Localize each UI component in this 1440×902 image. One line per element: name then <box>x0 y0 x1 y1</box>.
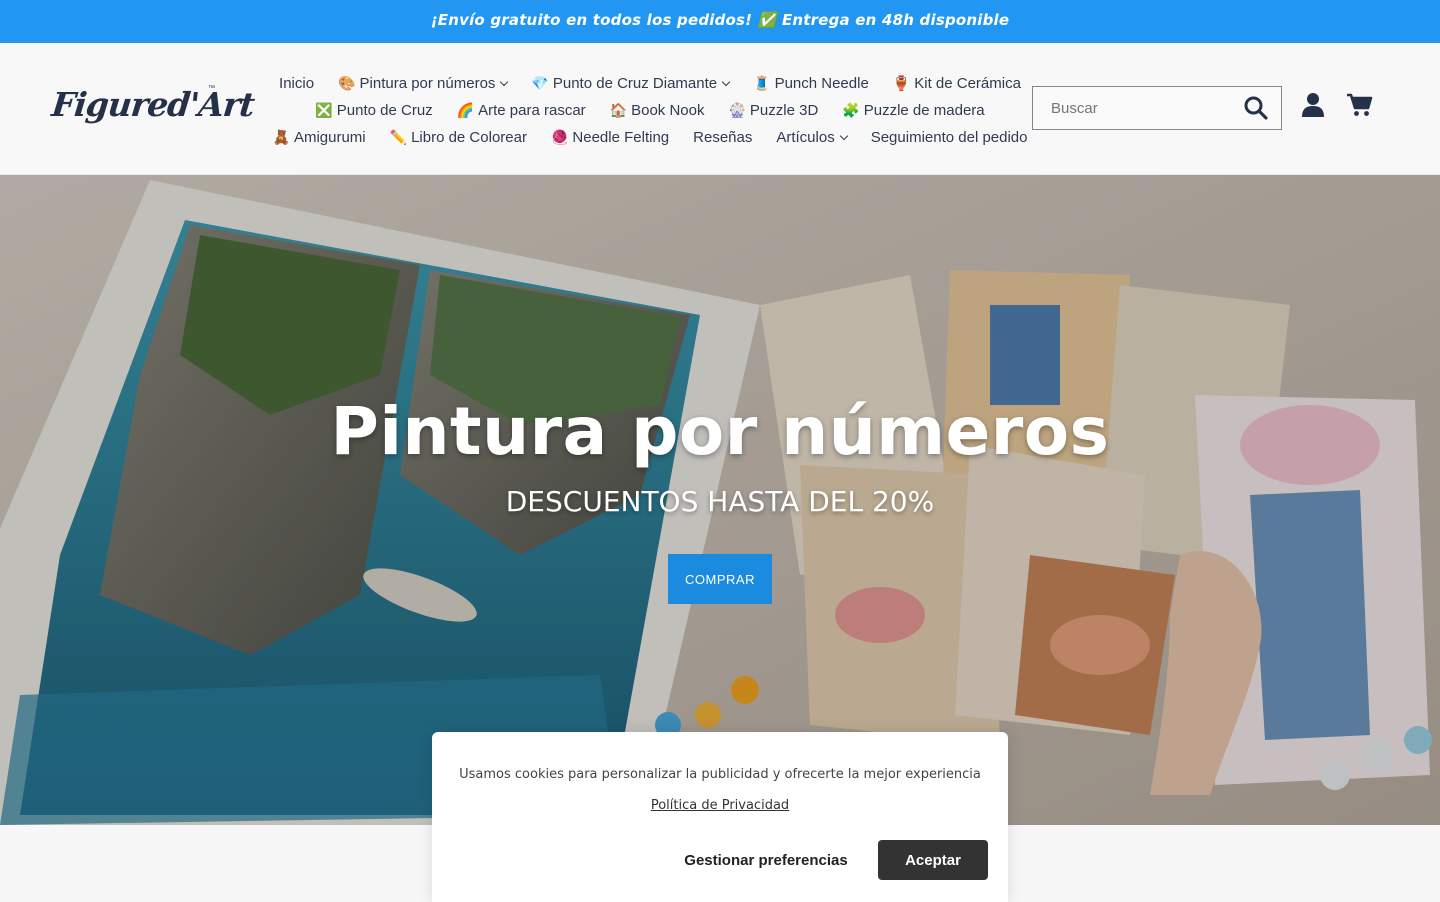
nav-item-punto-de-cruz-diamante[interactable]: 💎 Punto de Cruz Diamante <box>531 75 731 92</box>
cart-icon[interactable] <box>1347 93 1373 122</box>
nav-item-emoji: 🧵 <box>753 75 771 91</box>
nav-item-label: Artículos <box>776 129 835 146</box>
cookie-banner: Usamos cookies para personalizar la publ… <box>432 732 1008 902</box>
nav-item-emoji: 🧸 <box>272 129 290 145</box>
nav-item-label: Punto de Cruz <box>336 102 433 119</box>
announcement-bar: ¡Envío gratuito en todos los pedidos! ✅ … <box>0 0 1440 43</box>
nav-item-inicio[interactable]: Inicio <box>279 75 314 92</box>
nav-item-label: Puzzle 3D <box>749 102 819 119</box>
nav-item-label: Arte para rascar <box>478 102 586 119</box>
search-input[interactable] <box>1033 87 1233 129</box>
nav-item-label: Puzzle de madera <box>863 102 985 119</box>
nav-row-3: 🧸 Amigurumi ✏️ Libro de Colorear 🧶 Needle Fel… <box>270 124 1030 151</box>
nav-item-emoji: 🎨 <box>338 75 356 91</box>
nav-item-puzzle-de-madera[interactable]: 🧩 Puzzle de madera <box>842 102 984 119</box>
nav-item-kit-de-ceramica[interactable]: 🏺 Kit de Cerámica <box>893 75 1021 92</box>
chevron-down-icon <box>839 131 848 140</box>
nav-item-pintura-por-numeros[interactable]: 🎨 Pintura por números <box>338 75 509 92</box>
shop-now-button[interactable]: COMPRAR <box>668 554 772 604</box>
nav-item-seguimiento-del-pedido[interactable]: Seguimiento del pedido <box>871 129 1028 146</box>
nav-item-emoji: 🌈 <box>456 102 475 118</box>
nav-item-needle-felting[interactable]: 🧶 Needle Felting <box>551 129 669 146</box>
nav-item-label: Inicio <box>279 75 315 92</box>
nav-item-puzzle-3d[interactable]: 🎡 Puzzle 3D <box>728 102 818 119</box>
nav-item-amigurumi[interactable]: 🧸 Amigurumi <box>273 129 366 146</box>
nav-item-emoji: 🏺 <box>892 75 911 91</box>
account-icon[interactable] <box>1301 92 1325 123</box>
nav-item-label: Seguimiento del pedido <box>870 129 1028 146</box>
nav-item-punto-de-cruz[interactable]: ❎ Punto de Cruz <box>315 102 432 119</box>
nav-item-emoji: 🏠 <box>609 102 628 118</box>
announcement-text: ¡Envío gratuito en todos los pedidos! ✅ … <box>430 11 1010 29</box>
nav-item-label: Reseñas <box>693 129 753 146</box>
nav-item-libro-de-colorear[interactable]: ✏️ Libro de Colorear <box>390 129 527 146</box>
logo[interactable]: Figured'Art ™ <box>49 85 256 137</box>
nav-item-emoji: 🧩 <box>842 102 860 118</box>
nav-item-label: Amigurumi <box>293 129 366 146</box>
nav-item-label: Needle Felting <box>572 129 670 146</box>
nav-row-2: ❎ Punto de Cruz 🌈 Arte para rascar 🏠 Book Noo… <box>270 97 1030 124</box>
nav-item-label: Punch Needle <box>774 75 869 92</box>
cookie-message: Usamos cookies para personalizar la publ… <box>459 767 981 782</box>
nav-item-emoji: ✏️ <box>389 129 408 145</box>
nav-item-label: Punto de Cruz Diamante <box>552 75 718 92</box>
nav-item-label: Book Nook <box>631 102 705 119</box>
nav-item-book-nook[interactable]: 🏠 Book Nook <box>610 102 705 119</box>
nav-item-punch-needle[interactable]: 🧵 Punch Needle <box>753 75 869 92</box>
nav-row-1: Inicio 🎨 Pintura por números 💎 Punto de Cruz… <box>270 70 1030 97</box>
logo-text: Figured'Art <box>49 85 256 124</box>
site-header: Figured'Art ™ Inicio 🎨 Pintura por números… <box>0 43 1440 175</box>
nav-item-label: Kit de Cerámica <box>914 75 1021 92</box>
nav-item-emoji: ❎ <box>315 102 333 118</box>
main-nav: Inicio 🎨 Pintura por números 💎 Punto de Cruz… <box>270 70 1030 151</box>
accept-cookies-button[interactable]: Aceptar <box>878 840 988 880</box>
hero-subtitle: DESCUENTOS HASTA DEL 20% <box>505 485 935 518</box>
nav-item-emoji: 🧶 <box>550 129 569 145</box>
nav-item-emoji: 🎡 <box>728 102 746 118</box>
nav-item-label: Pintura por números <box>359 75 496 92</box>
logo-trademark: ™ <box>208 85 215 92</box>
nav-item-resenas[interactable]: Reseñas <box>693 129 752 146</box>
nav-item-label: Libro de Colorear <box>411 129 527 146</box>
chevron-down-icon <box>721 77 731 86</box>
search-icon[interactable] <box>1243 95 1269 121</box>
nav-item-emoji: 💎 <box>531 75 549 91</box>
hero-title: Pintura por números <box>330 393 1110 470</box>
hero-banner: Pintura por números DESCUENTOS HASTA DEL… <box>0 175 1440 825</box>
manage-preferences-button[interactable]: Gestionar preferencias <box>676 840 856 880</box>
privacy-policy-link[interactable]: Política de Privacidad <box>432 798 1008 813</box>
nav-item-articulos[interactable]: Artículos <box>776 129 848 146</box>
nav-item-arte-para-rascar[interactable]: 🌈 Arte para rascar <box>457 102 586 119</box>
chevron-down-icon <box>500 77 509 86</box>
search-box <box>1032 86 1282 130</box>
